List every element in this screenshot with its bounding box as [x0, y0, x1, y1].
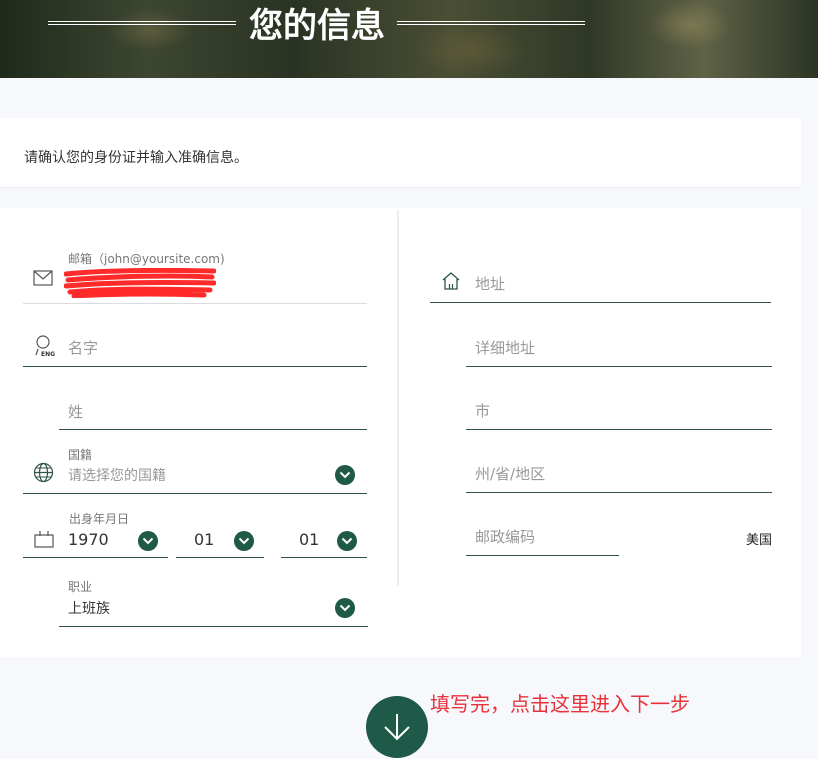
zip-placeholder: 邮政编码	[475, 528, 536, 546]
occupation-select[interactable]: 上班族	[68, 598, 328, 620]
page-title: 您的信息	[249, 6, 385, 46]
email-label: 邮箱（john@yoursite.com)	[68, 252, 225, 266]
first-name-placeholder: 名字	[68, 339, 99, 357]
birth-day-underline	[281, 557, 367, 558]
mail-icon	[33, 270, 53, 286]
chevron-down-icon[interactable]	[234, 531, 254, 551]
chevron-down-icon[interactable]	[335, 598, 355, 618]
arrow-down-icon	[384, 714, 410, 741]
nationality-underline	[23, 493, 367, 494]
birth-day-select[interactable]: 01	[299, 530, 335, 552]
chevron-down-icon[interactable]	[138, 531, 158, 551]
nationality-label: 国籍	[68, 448, 93, 462]
city-input[interactable]: 市	[475, 400, 765, 422]
chevron-down-icon[interactable]	[335, 465, 355, 485]
email-underline	[23, 303, 367, 304]
birth-month-underline	[176, 557, 264, 558]
state-placeholder: 州/省/地区	[475, 465, 546, 483]
address-underline	[430, 302, 771, 303]
header-rule-right	[397, 21, 585, 25]
address-placeholder: 地址	[475, 275, 506, 293]
first-name-underline	[23, 366, 367, 367]
calendar-icon	[34, 530, 54, 548]
svg-text:ENG: ENG	[41, 351, 55, 357]
birth-year-underline	[23, 557, 168, 558]
chevron-down-icon[interactable]	[337, 531, 357, 551]
birth-year-select[interactable]: 1970	[68, 530, 138, 552]
last-name-underline	[59, 429, 367, 430]
birth-month-value: 01	[194, 530, 215, 549]
city-underline	[466, 429, 772, 430]
first-name-input[interactable]: 名字	[68, 337, 364, 359]
address-detail-placeholder: 详细地址	[475, 339, 536, 357]
redaction-scribble	[64, 268, 216, 298]
address-input[interactable]: 地址	[475, 273, 765, 295]
address-detail-underline	[466, 366, 772, 367]
city-placeholder: 市	[475, 402, 491, 420]
country-value: 美国	[746, 533, 773, 548]
globe-icon	[33, 462, 54, 483]
zip-input[interactable]: 邮政编码	[475, 526, 615, 548]
next-step-button[interactable]	[366, 696, 428, 758]
state-input[interactable]: 州/省/地区	[475, 463, 765, 485]
home-icon	[441, 271, 461, 291]
zip-underline	[466, 555, 619, 556]
nationality-placeholder: 请选择您的国籍	[68, 468, 166, 484]
birth-month-select[interactable]: 01	[194, 530, 234, 552]
birth-year-value: 1970	[68, 530, 109, 549]
header-banner	[0, 0, 818, 78]
state-underline	[466, 492, 772, 493]
intro-text: 请确认您的身份证并输入准确信息。	[24, 150, 248, 166]
address-detail-input[interactable]: 详细地址	[475, 337, 765, 359]
birth-label: 出身年月日	[69, 512, 130, 526]
occupation-label: 职业	[68, 580, 93, 594]
last-name-input[interactable]: 姓	[68, 401, 364, 423]
occupation-underline	[59, 626, 368, 627]
person-eng-icon: ENG	[33, 335, 55, 357]
birth-day-value: 01	[299, 530, 320, 549]
next-step-annotation: 填写完，点击这里进入下一步	[430, 692, 690, 716]
occupation-value: 上班族	[68, 601, 110, 617]
nationality-select[interactable]: 请选择您的国籍	[68, 465, 364, 487]
header-rule-left	[48, 21, 236, 25]
last-name-placeholder: 姓	[68, 403, 84, 421]
column-divider	[397, 210, 399, 586]
